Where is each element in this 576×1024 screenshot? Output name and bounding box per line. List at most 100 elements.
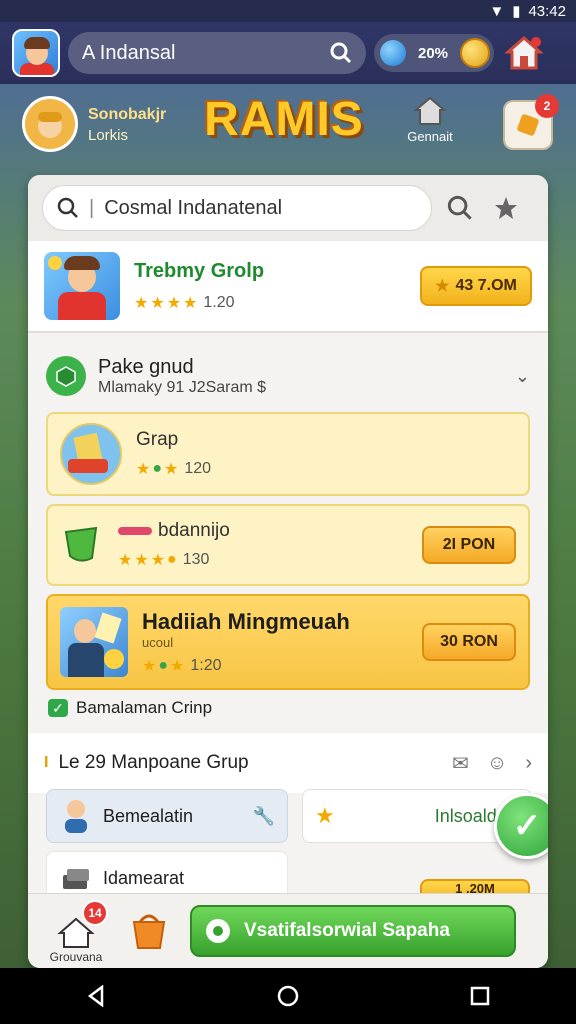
star-icon: ★ (136, 461, 151, 478)
primary-action-label: Vsatifalsorwial Sapaha (244, 920, 450, 941)
search-icon[interactable] (330, 42, 352, 64)
badge-icon: ● (158, 656, 169, 674)
group-card-2-rating-value: 130 (182, 551, 210, 568)
group-title: Pake gnud (98, 355, 194, 378)
share-icon[interactable]: › (525, 752, 532, 775)
coin-icon: ● (167, 551, 177, 568)
top-search-input[interactable]: A Indansal (68, 32, 366, 74)
gift-icon[interactable] (126, 908, 172, 954)
corner-badge: 2 (535, 94, 559, 118)
group-header[interactable]: Pake gnud Mlamaky 91 J2Saram $ ⌄ (46, 345, 530, 407)
coins-label: 20% (417, 44, 449, 62)
app-icon[interactable] (12, 29, 60, 77)
mail-icon[interactable]: ✉ (452, 751, 469, 776)
favorite-button[interactable] (488, 190, 524, 226)
chat-icon[interactable]: ☺ (487, 752, 507, 775)
search-icon (57, 197, 78, 218)
home-tab-label: Grouvana (49, 950, 103, 964)
group-card-3[interactable]: Hadiiah Mingmeuah ucoul ★ ● ★ 1:20 30 RON (46, 594, 530, 690)
gem-icon (380, 40, 406, 66)
wrench-icon[interactable]: 🔧 (253, 806, 275, 827)
checkbox-icon[interactable]: ✓ (48, 699, 68, 717)
group-card-1-rating: ★ ● ★ 120 (136, 459, 211, 479)
group-card-1-name: Grap (136, 429, 179, 450)
group-card-3-button[interactable]: 30 RON (422, 623, 516, 661)
group-card-2-name: bdannijo (118, 520, 230, 542)
group-card-2-button[interactable]: 2I PON (422, 526, 516, 564)
group-card-1[interactable]: Grap ★ ● ★ 120 (46, 412, 530, 496)
star-icon: ★ (150, 294, 165, 312)
tile-document-label: Idamearat (103, 867, 185, 888)
home-icon (505, 36, 543, 70)
player-face-icon (38, 112, 62, 138)
player-avatar[interactable] (22, 96, 78, 152)
person-icon (65, 800, 87, 833)
coin-icon (460, 38, 490, 68)
featured-group-card[interactable]: Trebmy Grolp ★ ★ ★ ★ 1.20 ★ 43 7.OM (28, 241, 548, 333)
slider-icon (118, 526, 152, 535)
tile-favorite-label: Inlsoald (434, 805, 497, 826)
star-icon: ★ (164, 461, 179, 478)
featured-join-label: 43 7.OM (455, 277, 517, 294)
panel-search-button[interactable] (442, 190, 478, 226)
battery-icon: ▮ (512, 3, 521, 20)
status-bar: ▼ ▮ 43:42 (0, 0, 576, 22)
general-label: Gennait (407, 129, 453, 144)
recents-icon[interactable] (470, 986, 490, 1006)
check-row[interactable]: ✓ Bamalaman Crinp (48, 698, 212, 718)
tile-member-label: Bemealatin (103, 805, 194, 826)
section-two-header: I Le 29 Manpoane Grup ✉ ☺ › (28, 733, 548, 793)
panel-search-row: | Cosmal Indanatenal (28, 175, 548, 241)
bottom-action-bar: Grouvana 14 Vsatifalsorwial Sapaha (28, 893, 548, 968)
featured-title: Trebmy Grolp (134, 259, 265, 282)
wifi-icon: ▼ (489, 2, 505, 20)
section-two-actions: ✉ ☺ › (452, 751, 532, 776)
star-icon: ★ (118, 552, 133, 569)
text-cursor: | (89, 196, 95, 219)
top-search-text: A Indansal (82, 41, 176, 64)
star-icon: ★ (435, 278, 450, 295)
home-button[interactable] (502, 31, 546, 75)
home-circle-icon[interactable] (277, 985, 299, 1007)
confirm-check-button[interactable]: ✓ (494, 793, 548, 859)
star-icon: ★ (150, 552, 166, 569)
star-icon: ★ (183, 294, 198, 312)
star-icon: ★ (134, 294, 149, 312)
group-card-3-sub: ucoul (142, 634, 174, 650)
stack-icon (63, 869, 89, 889)
general-button[interactable]: Gennait (398, 96, 462, 152)
corner-button[interactable]: 2 (503, 94, 559, 150)
group-card-2-name-text: bdannijo (158, 520, 230, 541)
game-logo: RAMIS (204, 93, 364, 146)
home-tab-badge: 14 (82, 900, 108, 926)
star-badge-icon (495, 197, 517, 219)
group-card-2-rating: ★ ★ ★ ● 130 (118, 550, 230, 570)
shield-icon (60, 524, 104, 566)
back-icon[interactable] (86, 985, 106, 1007)
featured-rating-value: 1.20 (203, 293, 235, 311)
group-card-1-icon (60, 423, 122, 485)
house-icon (413, 96, 447, 125)
action-dot-icon (206, 919, 230, 943)
panel-search-input[interactable]: | Cosmal Indanatenal (42, 185, 432, 231)
star-icon: ★ (166, 294, 182, 312)
primary-action-button[interactable]: Vsatifalsorwial Sapaha (190, 905, 516, 957)
group-subtitle: Mlamaky 91 J2Saram $ (98, 378, 267, 396)
panel-search-text: Cosmal Indanatenal (104, 196, 283, 219)
system-nav-bar (0, 968, 576, 1024)
tile-member[interactable]: Bemealatin 🔧 (46, 789, 288, 843)
home-tab[interactable]: Grouvana 14 (40, 898, 112, 964)
check-label: Bamalaman Crinp (76, 698, 213, 717)
group-card-3-thumbnail (60, 607, 128, 677)
group-card-3-name: Hadiiah Mingmeuah (142, 608, 350, 634)
group-card-2[interactable]: bdannijo ★ ★ ★ ● 130 2I PON (46, 504, 530, 586)
featured-join-button[interactable]: ★ 43 7.OM (420, 266, 532, 306)
chevron-down-icon[interactable]: ⌄ (515, 366, 530, 387)
featured-rating: ★ ★ ★ ★ 1.20 (134, 293, 264, 313)
coin-pill[interactable]: 20% (374, 34, 494, 72)
search-icon (447, 195, 472, 220)
top-bar: A Indansal 20% (0, 22, 576, 84)
badge-icon: ● (152, 460, 163, 477)
featured-thumbnail (44, 252, 120, 320)
star-icon: ★ (170, 657, 185, 675)
